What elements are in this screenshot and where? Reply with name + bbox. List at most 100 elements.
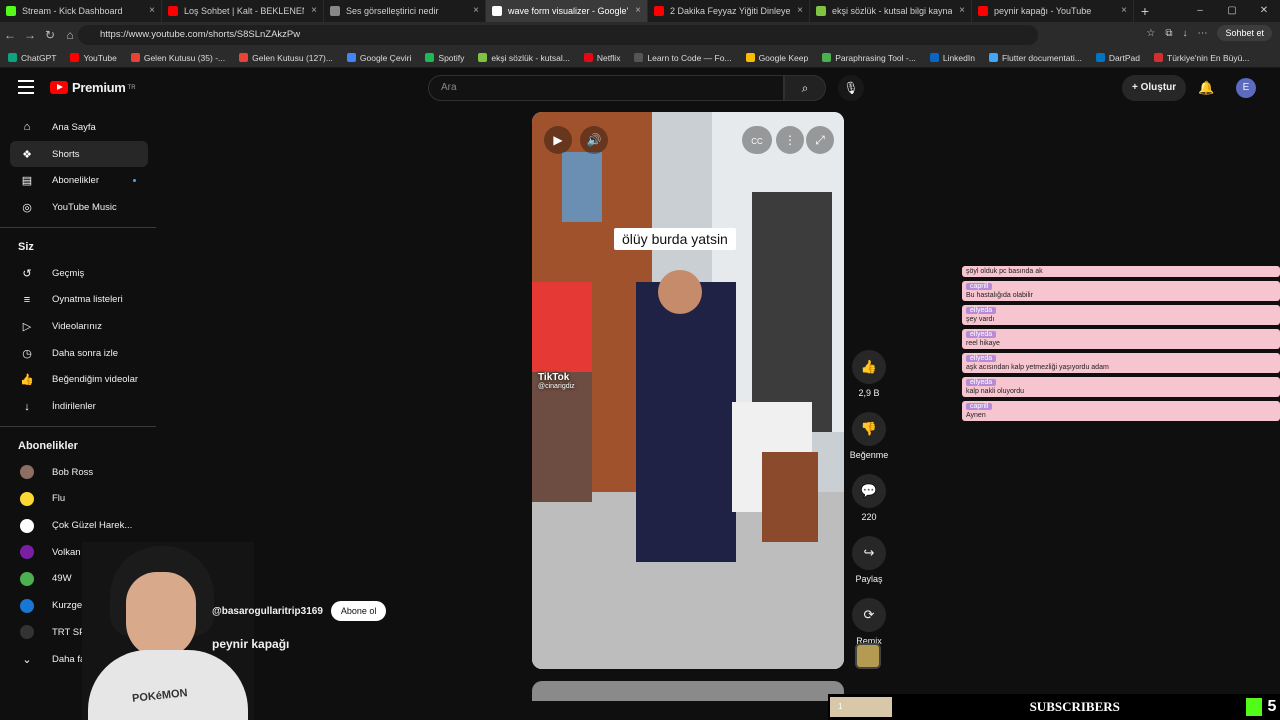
bookmark-item[interactable]: ekşi sözlük - kutsal... <box>478 53 570 63</box>
close-icon[interactable]: × <box>635 5 641 16</box>
dislike-action[interactable]: 👎 Beğenme <box>848 412 890 460</box>
captions-button[interactable]: CC <box>742 126 772 154</box>
minimize-icon[interactable]: – <box>1184 0 1216 22</box>
sidebar-subscription[interactable]: Flu <box>10 486 148 513</box>
tiktok-user: @cinarigdiz <box>538 383 575 390</box>
sidebar-item[interactable]: 👍 Beğendiğim videolar <box>10 367 148 394</box>
bookmark-item[interactable]: ChatGPT <box>8 53 56 63</box>
sidebar-subscription[interactable]: Çok Güzel Harek... <box>10 512 148 539</box>
sidebar-item[interactable]: ⌂ Ana Sayfa <box>10 114 148 141</box>
shorts-icon: ❖ <box>22 148 32 161</box>
sidebar-subscriptions-header[interactable]: Abonelikler <box>0 433 156 459</box>
star-icon[interactable]: ☆ <box>1146 28 1155 39</box>
bell-icon[interactable]: 🔔 <box>1198 80 1214 96</box>
bookmark-item[interactable]: Spotify <box>425 53 464 63</box>
subscribers-label: SUBSCRIBERS <box>1029 699 1120 714</box>
comments-action[interactable]: 💬 220 <box>848 474 890 522</box>
sidebar-item-label: Ana Sayfa <box>52 121 96 133</box>
sidebar-subscription[interactable]: Bob Ross <box>10 459 148 486</box>
menu-icon[interactable] <box>18 80 34 98</box>
mic-button[interactable]: 🎙 <box>838 75 864 101</box>
close-icon[interactable]: × <box>473 5 479 16</box>
more-button[interactable]: ⋮ <box>776 126 804 154</box>
bookmark-favicon-icon <box>70 53 80 62</box>
search-button[interactable]: ⌕ <box>784 75 826 101</box>
forward-icon[interactable]: → <box>20 28 40 42</box>
url-input[interactable]: https://www.youtube.com/shorts/S8SLnZAkz… <box>78 25 1038 45</box>
download-icon[interactable]: ↓ <box>1182 28 1187 39</box>
close-icon[interactable]: × <box>149 5 155 16</box>
volume-button[interactable]: 🔊 <box>580 126 608 154</box>
browser-tab[interactable]: 2 Dakika Feyyaz Yiğiti Dinleyelim × <box>648 0 810 22</box>
sidebar-item[interactable]: ≡ Oynatma listeleri <box>10 286 148 313</box>
tab-label: wave form visualizer - Google'da <box>508 6 628 16</box>
extensions-icon[interactable]: ⧉ <box>1165 28 1172 39</box>
browser-tab[interactable]: ekşi sözlük - kutsal bilgi kaynağı × <box>810 0 972 22</box>
browser-tab[interactable]: wave form visualizer - Google'da × <box>486 0 648 22</box>
browser-tab[interactable]: Stream - Kick Dashboard × <box>0 0 162 22</box>
bookmark-item[interactable]: Türkiye'nin En Büyü... <box>1154 53 1249 63</box>
sidebar-item[interactable]: ↺ Geçmiş <box>10 260 148 287</box>
kick-counter: 5 <box>1242 694 1280 720</box>
video-frame <box>532 112 844 669</box>
bookmark-favicon-icon <box>634 53 644 62</box>
menu-icon[interactable]: ⋯ <box>1197 28 1207 39</box>
cc-icon: CC <box>751 137 763 146</box>
bookmark-item[interactable]: YouTube <box>70 53 117 63</box>
chevron-down-icon: ⌄ <box>22 653 32 666</box>
bookmark-item[interactable]: Gelen Kutusu (35) -... <box>130 53 225 63</box>
maximize-icon[interactable]: ▢ <box>1216 0 1248 22</box>
like-count: 2,9 B <box>858 388 880 398</box>
bookmark-item[interactable]: LinkedIn <box>929 53 975 63</box>
close-icon[interactable]: × <box>1121 5 1127 16</box>
sidebar-item-label: Abonelikler <box>52 175 99 187</box>
search-input[interactable]: Ara <box>428 75 784 101</box>
close-icon[interactable]: × <box>797 5 803 16</box>
bookmark-item[interactable]: Flutter documentati... <box>988 53 1082 63</box>
close-icon[interactable]: × <box>959 5 965 16</box>
browser-tab[interactable]: peynir kapağı - YouTube × <box>972 0 1134 22</box>
subscriber-goal-bar: 1 SUBSCRIBERS 6 <box>828 694 1280 720</box>
close-icon[interactable]: × <box>311 5 317 16</box>
sidebar-item[interactable]: ▷ Videolarınız <box>10 313 148 340</box>
fullscreen-button[interactable]: ⤢ <box>806 126 834 154</box>
share-action[interactable]: ↪ Paylaş <box>848 536 890 584</box>
bookmark-item[interactable]: Paraphrasing Tool -... <box>822 53 916 63</box>
youtube-logo[interactable]: Premium TR <box>50 80 136 95</box>
chat-message: ellyeda reel hikaye <box>962 329 1280 349</box>
bookmark-item[interactable]: Learn to Code — Fo... <box>634 53 732 63</box>
sidebar-item[interactable]: ◷ Daha sonra izle <box>10 340 148 367</box>
bookmark-item[interactable]: DartPad <box>1095 53 1140 63</box>
bookmark-item[interactable]: Google Çeviri <box>346 53 411 63</box>
home-icon[interactable]: ⌂ <box>60 28 80 42</box>
bookmark-item[interactable]: Google Keep <box>745 53 808 63</box>
back-icon[interactable]: ← <box>0 28 20 42</box>
comment-icon: 💬 <box>852 474 886 508</box>
browser-tab[interactable]: Loş Sohbet | Kalt - BEKLENEN KO × <box>162 0 324 22</box>
new-tab-icon[interactable]: + <box>1134 0 1156 22</box>
create-button[interactable]: + Oluştur <box>1122 75 1187 101</box>
bookmark-item[interactable]: Gelen Kutusu (127)... <box>239 53 333 63</box>
sidebar-item[interactable]: ↓ İndirilenler <box>10 393 148 420</box>
play-button[interactable]: ▶ <box>544 126 572 154</box>
bookmark-favicon-icon <box>583 53 593 62</box>
sidebar-item[interactable]: ❖ Shorts <box>10 140 148 168</box>
chat-text: Bu hastalığıda olabilir <box>966 292 1033 299</box>
short-video-player[interactable]: ▶ 🔊 CC ⋮ ⤢ ölüy burda yatsin TikTok @cina… <box>532 112 844 669</box>
like-action[interactable]: 👍 2,9 B <box>848 350 890 398</box>
youtube-header: Premium TR Ara ⌕ 🎙 + Oluştur 🔔 E <box>0 68 1280 108</box>
remix-action[interactable]: ⟳ Remix <box>848 598 890 646</box>
sidebar-item[interactable]: ◎ YouTube Music <box>10 194 148 221</box>
browser-tab[interactable]: Ses görselleştirici nedir × <box>324 0 486 22</box>
channel-handle[interactable]: @basarogullaritrip3169 <box>212 606 323 617</box>
sohbet-button[interactable]: Sohbet et <box>1217 25 1272 41</box>
subscribe-button[interactable]: Abone ol <box>330 601 387 621</box>
reload-icon[interactable]: ↻ <box>40 28 60 42</box>
sound-thumbnail[interactable] <box>855 643 881 669</box>
avatar[interactable]: E <box>1236 78 1256 98</box>
next-short-preview[interactable] <box>532 681 844 701</box>
sidebar-item[interactable]: ▤ Abonelikler <box>10 167 148 194</box>
close-window-icon[interactable]: ✕ <box>1248 0 1280 22</box>
bookmark-item[interactable]: Netflix <box>583 53 620 63</box>
sidebar-you-header[interactable]: Siz <box>0 234 156 260</box>
